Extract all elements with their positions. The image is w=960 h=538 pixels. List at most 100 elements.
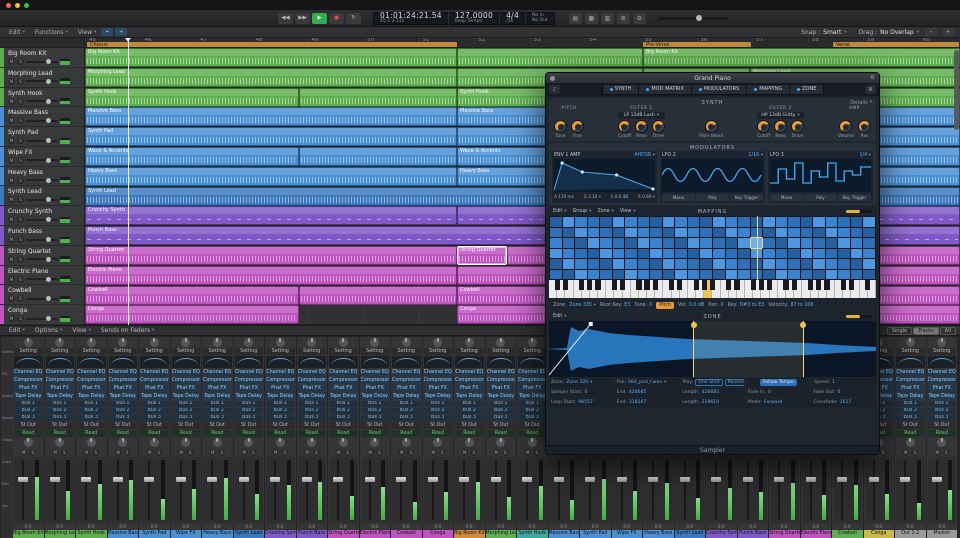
zone-cell[interactable]	[726, 259, 738, 269]
menu-item[interactable]: Edit▾	[553, 314, 567, 319]
piano-key-black[interactable]	[702, 280, 707, 290]
mixer-view-button[interactable]: Single	[887, 327, 912, 335]
audio-fx-slot[interactable]: Tape Delay	[928, 393, 957, 400]
zone-cell[interactable]	[575, 228, 587, 238]
solo-button[interactable]: S	[61, 449, 68, 456]
channel-fader[interactable]	[676, 457, 705, 523]
channel-fader[interactable]	[140, 457, 169, 523]
fader-cap[interactable]	[806, 477, 816, 482]
zone-cell[interactable]	[700, 270, 712, 280]
fader-cap[interactable]	[617, 477, 627, 482]
gain-knob[interactable]	[307, 338, 316, 347]
channel-name-chip[interactable]: Cowbell	[832, 530, 863, 538]
zone-cell[interactable]	[863, 217, 875, 227]
send-slot[interactable]: Bus 1	[455, 401, 484, 407]
mute-button[interactable]: M	[8, 216, 15, 223]
audio-fx-slot[interactable]: Phat FX	[203, 385, 232, 392]
zone-detail-field[interactable]: Length:426685	[680, 388, 745, 397]
piano-key-black[interactable]	[792, 280, 797, 290]
menu-item[interactable]: Edit▾	[4, 327, 30, 334]
piano-key-black[interactable]	[644, 280, 649, 290]
audio-fx-slot[interactable]: Phat FX	[455, 385, 484, 392]
zone-cell[interactable]	[675, 238, 687, 248]
zone-field[interactable]: Zone:Zone 320▾	[549, 378, 613, 387]
track-volume-slider[interactable]	[26, 120, 58, 122]
gear-icon[interactable]: ⚙	[870, 75, 875, 81]
section-tab[interactable]: ZONE	[789, 85, 823, 94]
view-toggle-icon[interactable]: ▤	[569, 13, 582, 24]
zone-cell[interactable]	[588, 228, 600, 238]
zone-cell[interactable]	[726, 238, 738, 248]
env-param[interactable]: A 170 ms	[554, 194, 574, 199]
channel-fader[interactable]	[46, 457, 75, 523]
channel-strip[interactable]: Setting Channel EQCompressorPhat FXTape …	[423, 337, 454, 538]
zone-detail-field[interactable]: Loop Start:98557	[549, 398, 614, 407]
solo-button[interactable]: S	[17, 236, 24, 243]
eq-thumbnail[interactable]	[329, 356, 358, 368]
channel-name-chip[interactable]: Heavy Bass	[202, 530, 233, 538]
zone-cell[interactable]	[675, 270, 687, 280]
audio-fx-slot[interactable]: Tape Delay	[424, 393, 453, 400]
arrangement-marker[interactable]: Chorus	[87, 42, 457, 48]
audio-fx-slot[interactable]: Phat FX	[172, 385, 201, 392]
lcd-display[interactable]: 01:01:24:21.54 45 3 3 131 127.0000 Keep …	[373, 12, 555, 25]
track-header[interactable]: Synth Lead M S	[0, 186, 84, 206]
one-shot-button[interactable]: One Shot	[695, 379, 722, 386]
fader-cap[interactable]	[144, 477, 154, 482]
track-header[interactable]: Wipe FX M S	[0, 147, 84, 167]
send-slot[interactable]: Bus 3	[928, 415, 957, 421]
piano-key-black[interactable]	[563, 280, 568, 290]
send-slot[interactable]: Bus 1	[14, 401, 43, 407]
zone-detail-field[interactable]: Mode:Forward	[746, 398, 811, 407]
fader-cap[interactable]	[176, 477, 186, 482]
note-icon[interactable]: ♪	[549, 85, 560, 94]
solo-button[interactable]: S	[17, 137, 24, 144]
zone-cell[interactable]	[563, 228, 575, 238]
output-slot[interactable]: St Out	[455, 422, 484, 429]
zone-cell[interactable]	[713, 217, 725, 227]
fader-cap[interactable]	[774, 477, 784, 482]
zone-cell[interactable]	[826, 270, 838, 280]
channel-fader[interactable]	[770, 457, 799, 523]
zone-cell[interactable]	[738, 228, 750, 238]
zone-cell[interactable]	[650, 270, 662, 280]
pitch-toggle[interactable]: Pitch	[656, 302, 674, 309]
solo-button[interactable]: S	[17, 256, 24, 263]
zone-info-field[interactable]: Key:D#3 to E3	[728, 303, 765, 308]
loop-end-handle[interactable]	[800, 322, 806, 328]
channel-name-chip[interactable]: Electric Piano	[801, 530, 832, 538]
menu-item[interactable]: Functions▾	[30, 29, 73, 36]
pan-knob[interactable]	[118, 438, 127, 447]
eq-thumbnail[interactable]	[235, 356, 264, 368]
env-param[interactable]: R 0.60 s	[638, 194, 655, 199]
loop-region[interactable]	[693, 321, 804, 377]
zone-cell[interactable]	[613, 259, 625, 269]
automation-mode-button[interactable]: Read	[424, 430, 453, 437]
follow-tempo-button[interactable]: Follow Tempo	[760, 379, 797, 386]
zone-cell[interactable]	[588, 270, 600, 280]
zone-cell[interactable]	[763, 217, 775, 227]
zone-cell[interactable]	[575, 270, 587, 280]
fader-cap[interactable]	[18, 477, 28, 482]
menu-item[interactable]: Edit▾	[553, 209, 567, 214]
channel-fader[interactable]	[14, 457, 43, 523]
filter-knob[interactable]	[635, 120, 648, 133]
automation-mode-button[interactable]: Read	[140, 430, 169, 437]
zone-cell[interactable]	[863, 259, 875, 269]
output-slot[interactable]: St Out	[172, 422, 201, 429]
sampler-window[interactable]: Grand Piano ⚙ ♪ SYNTHMOD MATRIXMODULATOR…	[545, 72, 880, 455]
gain-knob[interactable]	[150, 338, 159, 347]
channel-name-chip[interactable]: Big Room Kit	[454, 530, 485, 538]
mute-button[interactable]: M	[8, 137, 15, 144]
track-header[interactable]: Morphing Lead M S	[0, 68, 84, 88]
zone-cell[interactable]	[738, 270, 750, 280]
zone-cell[interactable]	[713, 259, 725, 269]
send-slot[interactable]: Bus 2	[361, 408, 390, 414]
gain-knob[interactable]	[937, 338, 946, 347]
channel-name-chip[interactable]: Crunchy Synth	[706, 530, 737, 538]
zone-cell[interactable]	[550, 270, 562, 280]
zone-cell[interactable]	[650, 249, 662, 259]
mute-button[interactable]: M	[115, 449, 122, 456]
solo-button[interactable]: S	[344, 449, 351, 456]
send-slot[interactable]: Bus 3	[329, 415, 358, 421]
